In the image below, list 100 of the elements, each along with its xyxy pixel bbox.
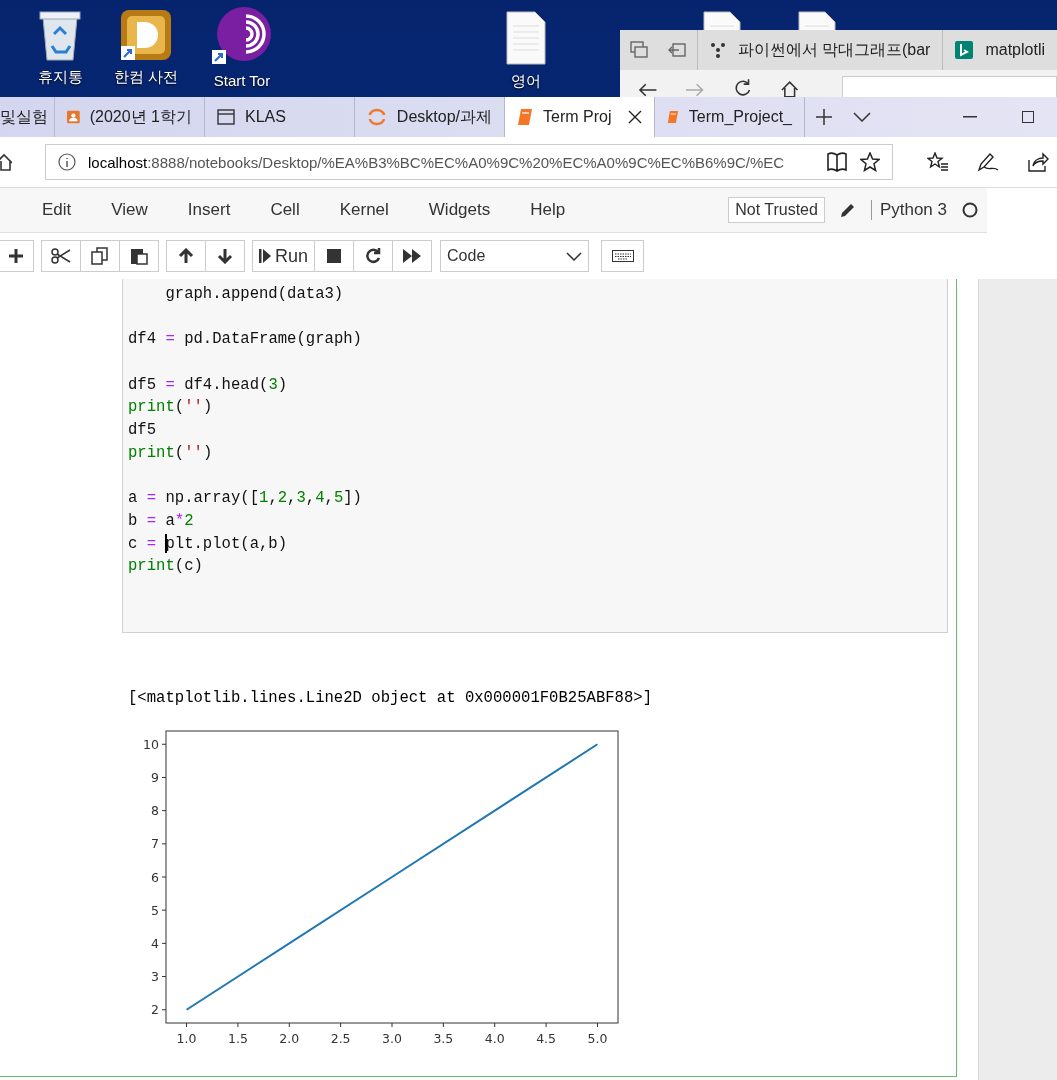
menu-item[interactable]: Edit [42, 200, 72, 220]
scissors-icon [51, 248, 71, 264]
x-tick: 5.0 [587, 1022, 608, 1046]
clipboard-icon [130, 247, 148, 265]
notebook-icon [667, 108, 679, 126]
text-cursor [165, 533, 168, 553]
code-line: df5 = df4.head(3) [128, 374, 289, 396]
desktop-icon-label[interactable]: 한컴 사전 [113, 68, 179, 87]
info-icon [58, 153, 76, 171]
x-tick-label: 4.0 [484, 1031, 505, 1046]
copy-button[interactable] [80, 240, 120, 272]
code-input-area[interactable]: graph.append(data3) df4 = pd.DataFrame(graph) df5 = df4.head(3) print('') df5 print('') a = np.array([1,2,3,4,5]) b = a*2 c = plt.plot(a,b) print(c) [122, 279, 948, 633]
copy-icon [91, 247, 109, 265]
plus-icon [815, 108, 833, 126]
x-tick-label: 2.0 [279, 1031, 300, 1046]
menu-item[interactable]: Kernel [339, 200, 389, 220]
y-tick: 4 [151, 935, 167, 951]
document-icon [505, 10, 547, 66]
home-icon [0, 153, 12, 171]
set-aside-icon [668, 43, 687, 57]
y-tick: 2 [151, 1002, 167, 1018]
browser-tab[interactable]: matplotli [942, 30, 1057, 70]
desktop-icon-label[interactable]: 휴지통 [37, 68, 83, 87]
code-line: c = plt.plot(a,b) [128, 532, 289, 555]
paste-button[interactable] [119, 240, 159, 272]
move-down-button[interactable] [205, 240, 245, 272]
x-tick-label: 5.0 [587, 1031, 608, 1046]
trust-button[interactable]: Not Trusted [728, 197, 825, 223]
menu-item[interactable]: Widgets [428, 200, 491, 220]
plus-icon [8, 248, 24, 264]
restart-button[interactable] [353, 240, 394, 272]
close-icon[interactable] [628, 110, 642, 124]
y-tick: 3 [151, 969, 167, 985]
x-tick: 1.0 [176, 1022, 197, 1046]
y-tick-label: 3 [151, 969, 159, 985]
stop-button[interactable] [314, 240, 355, 272]
menu-item[interactable]: View [111, 200, 148, 220]
y-tick-label: 8 [151, 803, 160, 819]
run-button[interactable]: Run [252, 240, 316, 272]
browser-tab[interactable]: KLAS [205, 97, 355, 137]
browser-tab[interactable]: Term Proj [505, 97, 655, 137]
desktop-icon-label[interactable]: Start Tor [213, 72, 271, 89]
x-tick-label: 3.5 [433, 1031, 454, 1046]
browser-tab[interactable]: 파이썬에서 막대그래프(bar [696, 30, 943, 70]
x-tick: 1.5 [227, 1022, 248, 1046]
y-tick-label: 9 [151, 769, 160, 785]
x-tick-label: 1.5 [227, 1031, 248, 1046]
y-tick: 9 [151, 769, 167, 785]
kernel-name: Python 3 [870, 200, 947, 220]
keyboard-button[interactable] [601, 240, 645, 272]
desktop-icon-label[interactable]: 영어 [511, 72, 541, 91]
cut-button[interactable] [41, 240, 81, 272]
home-icon [780, 80, 800, 98]
x-tick: 4.0 [484, 1022, 505, 1046]
share-icon [1027, 152, 1049, 172]
dots-icon [709, 42, 726, 58]
address-field[interactable] [841, 76, 1057, 98]
code-line: print('') [128, 442, 214, 464]
minimize-icon [963, 116, 977, 118]
stop-icon [327, 249, 342, 263]
arrow-down-icon [217, 248, 233, 264]
step-icon [259, 248, 271, 264]
y-tick-label: 10 [143, 736, 160, 752]
cell-type-dropdown[interactable]: Code [440, 240, 590, 272]
code-line: graph.append(data3) [164, 284, 345, 305]
b-logo-icon [955, 41, 974, 59]
forward-arrow-icon [685, 82, 705, 98]
x-tick: 2.5 [330, 1022, 351, 1046]
y-tick-label: 7 [151, 836, 159, 852]
y-tick-label: 2 [151, 1002, 159, 1018]
y-tick: 8 [151, 803, 167, 819]
code-line: a = np.array([1,2,3,4,5]) [128, 488, 363, 510]
browser-tab[interactable]: (2020년 1학기 [55, 97, 205, 137]
maximize-icon [1022, 111, 1034, 123]
x-tick-label: 1.0 [176, 1031, 197, 1046]
x-tick: 2.0 [279, 1022, 300, 1046]
y-tick: 5 [151, 902, 167, 918]
menu-item[interactable]: Cell [270, 200, 300, 220]
code-line: df5 [128, 420, 158, 442]
recycle-bin-icon [37, 8, 83, 62]
output-text: [<matplotlib.lines.Line2D object at 0x000001F0B25ABF88>] [128, 689, 654, 707]
code-line: df4 = pd.DataFrame(graph) [128, 329, 363, 351]
add-cell-button[interactable] [0, 240, 34, 272]
keyboard-icon [611, 250, 634, 262]
dictionary-app-icon [119, 8, 173, 62]
code-line: print(c) [128, 556, 204, 578]
y-tick: 6 [151, 869, 167, 885]
y-tick-label: 4 [151, 935, 160, 951]
run-all-button[interactable] [392, 240, 433, 272]
back-arrow-icon [638, 82, 658, 98]
browser-tab[interactable]: Term_Project_ [655, 97, 805, 137]
x-tick: 3.0 [382, 1022, 402, 1046]
chevron-down-icon [853, 112, 871, 122]
menu-item[interactable]: Help [530, 200, 566, 220]
address-bar[interactable]: localhost:8888/notebooks/Desktop/%EA%B3%BC%EC%A0%9C%20%EC%A0%9C%EC%B6%9C/%EC [45, 144, 893, 180]
menu-item[interactable]: Insert [187, 200, 231, 220]
onion-app-icon [212, 6, 272, 66]
move-up-button[interactable] [166, 240, 206, 272]
arrow-up-icon [178, 248, 194, 264]
browser-tab[interactable]: 및실험 [0, 97, 55, 137]
